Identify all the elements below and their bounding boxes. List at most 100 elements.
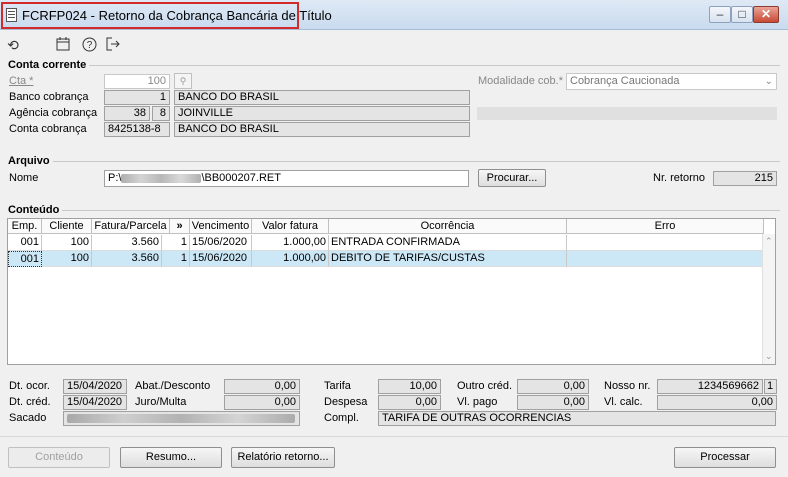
maximize-button[interactable]: □ <box>731 6 753 23</box>
juro-field: 0,00 <box>224 395 300 410</box>
col-header-expand[interactable]: » <box>170 219 190 234</box>
dt-cred-label: Dt. créd. <box>9 396 51 408</box>
relatorio-retorno-button[interactable]: Relatório retorno... <box>231 447 335 468</box>
nosso-nr-label: Nosso nr. <box>604 380 651 392</box>
cell-erro[interactable] <box>567 251 764 267</box>
tarifa-label: Tarifa <box>324 380 351 392</box>
compl-label: Compl. <box>324 412 359 424</box>
minimize-button[interactable]: – <box>709 6 731 23</box>
nome-label: Nome <box>9 172 39 184</box>
vl-calc-field: 0,00 <box>657 395 777 410</box>
tarifa-field: 10,00 <box>378 379 441 394</box>
agencia-name-field: JOINVILLE <box>174 106 470 121</box>
lookup-icon[interactable]: ⚲ <box>174 73 192 89</box>
section-arquivo: Arquivo <box>8 155 53 167</box>
scroll-up-icon[interactable]: ⌃ <box>765 236 773 247</box>
close-button[interactable]: ✕ <box>753 6 779 23</box>
cell-emp[interactable]: 001 <box>8 235 42 251</box>
document-icon <box>6 8 17 22</box>
window-title: FCRFP024 - Retorno da Cobrança Bancária … <box>22 8 332 23</box>
cta-field[interactable]: 100 <box>104 74 170 89</box>
help-icon[interactable]: ? <box>80 37 98 53</box>
cell-vencimento[interactable]: 15/06/2020 <box>190 251 252 267</box>
redacted-sacado <box>67 413 295 423</box>
exit-icon[interactable] <box>104 37 122 53</box>
col-header-ocorrencia[interactable]: Ocorrência <box>329 219 567 234</box>
vl-pago-field: 0,00 <box>517 395 589 410</box>
col-header-cliente[interactable]: Cliente <box>42 219 92 234</box>
dt-ocor-field: 15/04/2020 <box>63 379 127 394</box>
nome-input[interactable]: P:\ \BB000207.RET <box>104 170 469 187</box>
dt-ocor-label: Dt. ocor. <box>9 380 50 392</box>
dt-cred-field: 15/04/2020 <box>63 395 127 410</box>
abat-label: Abat./Desconto <box>135 380 211 392</box>
procurar-button[interactable]: Procurar... <box>478 169 546 187</box>
modalidade-empty-field <box>477 107 777 120</box>
conteudo-button[interactable]: Conteúdo <box>8 447 110 468</box>
section-conta-corrente: Conta corrente <box>8 59 90 71</box>
vl-pago-label: Vl. pago <box>457 396 498 408</box>
nome-prefix: P:\ <box>108 172 122 184</box>
outro-cred-label: Outro créd. <box>457 380 513 392</box>
outro-cred-field: 0,00 <box>517 379 589 394</box>
cell-fatura[interactable]: 3.560 <box>92 235 162 251</box>
despesa-label: Despesa <box>324 396 368 408</box>
col-header-vencimento[interactable]: Vencimento <box>190 219 252 234</box>
cell-cliente[interactable]: 100 <box>42 251 92 267</box>
cell-parcela[interactable]: 1 <box>162 251 190 267</box>
nr-retorno-field: 215 <box>713 171 777 186</box>
redacted-path <box>121 173 202 183</box>
banco-name-field: BANCO DO BRASIL <box>174 90 470 105</box>
calendar-icon[interactable] <box>54 37 72 53</box>
banco-label: Banco cobrança <box>9 91 89 103</box>
sacado-field <box>63 411 300 426</box>
banco-code-field: 1 <box>104 90 170 105</box>
cell-valor[interactable]: 1.000,00 <box>252 251 329 267</box>
cell-ocorrencia[interactable]: ENTRADA CONFIRMADA <box>329 235 567 251</box>
footer-divider <box>0 436 788 437</box>
cell-valor[interactable]: 1.000,00 <box>252 235 329 251</box>
col-header-emp[interactable]: Emp. <box>8 219 42 234</box>
cell-erro[interactable] <box>567 235 764 251</box>
agencia-label: Agência cobrança <box>9 107 98 119</box>
conta-name-field: BANCO DO BRASIL <box>174 122 470 137</box>
vertical-scrollbar[interactable]: ⌃ ⌄ <box>762 234 775 364</box>
nosso-nr-field: 1234569662 <box>657 379 763 394</box>
conteudo-grid[interactable]: Emp. Cliente Fatura/Parcela » Vencimento… <box>7 218 776 365</box>
svg-text:?: ? <box>86 40 92 51</box>
col-header-valor[interactable]: Valor fatura <box>252 219 329 234</box>
cell-parcela[interactable]: 1 <box>162 235 190 251</box>
juro-label: Juro/Multa <box>135 396 187 408</box>
nr-retorno-label: Nr. retorno <box>653 172 705 184</box>
vl-calc-label: Vl. calc. <box>604 396 643 408</box>
despesa-field: 0,00 <box>378 395 441 410</box>
compl-field: TARIFA DE OUTRAS OCORRENCIAS <box>378 411 776 426</box>
col-header-fatura-parcela[interactable]: Fatura/Parcela <box>92 219 170 234</box>
nome-suffix: \BB000207.RET <box>201 172 281 184</box>
conta-code-field: 8425138-8 <box>104 122 170 137</box>
scroll-down-icon[interactable]: ⌄ <box>765 351 773 362</box>
section-divider <box>8 65 780 66</box>
conta-label: Conta cobrança <box>9 123 87 135</box>
cell-emp[interactable]: 001 <box>8 251 42 267</box>
cell-vencimento[interactable]: 15/06/2020 <box>190 235 252 251</box>
section-divider <box>8 161 780 162</box>
undo-icon[interactable]: ⟲ <box>4 37 22 53</box>
abat-field: 0,00 <box>224 379 300 394</box>
agencia-digit-field: 8 <box>152 106 170 121</box>
modalidade-select[interactable]: Cobrança Caucionada ⌄ <box>566 73 777 90</box>
agencia-code-field: 38 <box>104 106 150 121</box>
section-divider <box>8 210 780 211</box>
cta-label: Cta * <box>9 75 34 87</box>
cell-fatura[interactable]: 3.560 <box>92 251 162 267</box>
processar-button[interactable]: Processar <box>674 447 776 468</box>
cell-ocorrencia[interactable]: DEBITO DE TARIFAS/CUSTAS <box>329 251 567 267</box>
modalidade-label: Modalidade cob.* <box>478 75 564 87</box>
chevron-down-icon: ⌄ <box>764 76 773 87</box>
section-conteudo: Conteúdo <box>8 204 63 216</box>
sacado-label: Sacado <box>9 412 47 424</box>
cell-cliente[interactable]: 100 <box>42 235 92 251</box>
modalidade-value: Cobrança Caucionada <box>570 75 680 87</box>
resumo-button[interactable]: Resumo... <box>120 447 222 468</box>
col-header-erro[interactable]: Erro <box>567 219 764 234</box>
